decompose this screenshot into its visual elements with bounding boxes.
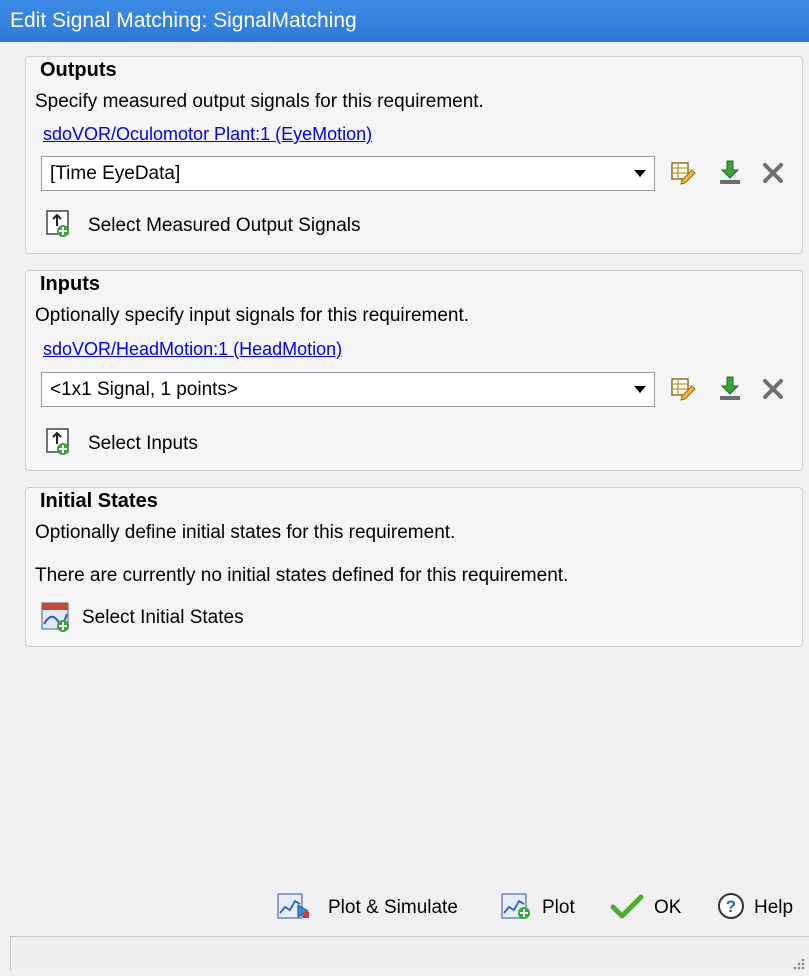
svg-text:?: ? bbox=[726, 897, 736, 916]
help-icon: ? bbox=[716, 891, 746, 927]
plot-simulate-icon bbox=[276, 891, 312, 927]
plot-icon bbox=[500, 891, 536, 927]
import-arrow-icon[interactable] bbox=[715, 158, 745, 188]
initial-states-heading: Initial States bbox=[40, 490, 158, 512]
chevron-down-icon[interactable] bbox=[634, 386, 646, 393]
select-signal-icon bbox=[46, 428, 72, 456]
ok-label: OK bbox=[654, 897, 682, 918]
select-states-icon bbox=[41, 602, 71, 632]
chevron-down-icon[interactable] bbox=[634, 170, 646, 177]
delete-x-icon[interactable] bbox=[758, 158, 788, 188]
help-label: Help bbox=[754, 897, 794, 918]
inputs-heading: Inputs bbox=[40, 273, 100, 295]
inputs-signal-link[interactable]: sdoVOR/HeadMotion:1 (HeadMotion) bbox=[43, 339, 342, 360]
plot-simulate-label: Plot & Simulate bbox=[328, 897, 458, 918]
plot-simulate-button[interactable]: Plot & Simulate bbox=[276, 891, 474, 925]
import-arrow-icon[interactable] bbox=[715, 374, 745, 404]
initial-states-panel: Initial States Optionally define initial… bbox=[25, 487, 803, 647]
window-title-bar[interactable]: Edit Signal Matching: SignalMatching bbox=[0, 0, 809, 42]
outputs-heading: Outputs bbox=[40, 59, 117, 81]
outputs-signal-link[interactable]: sdoVOR/Oculomotor Plant:1 (EyeMotion) bbox=[43, 124, 372, 145]
select-inputs-label: Select Inputs bbox=[88, 433, 198, 454]
outputs-signal-combo[interactable]: [Time EyeData] bbox=[41, 156, 655, 191]
plot-button[interactable]: Plot bbox=[500, 891, 582, 925]
inputs-signal-combo[interactable]: <1x1 Signal, 1 points> bbox=[41, 372, 655, 407]
table-edit-icon[interactable] bbox=[668, 374, 698, 404]
window-title: Edit Signal Matching: SignalMatching bbox=[10, 9, 357, 32]
checkmark-icon bbox=[610, 891, 646, 927]
inputs-panel: Inputs Optionally specify input signals … bbox=[25, 270, 803, 471]
outputs-panel: Outputs Specify measured output signals … bbox=[25, 56, 803, 254]
select-signal-icon bbox=[46, 210, 72, 238]
resize-grip-icon[interactable] bbox=[793, 954, 805, 970]
select-initial-states-label: Select Initial States bbox=[82, 607, 244, 628]
table-edit-icon[interactable] bbox=[668, 158, 698, 188]
initial-states-status: There are currently no initial states de… bbox=[35, 565, 569, 586]
inputs-description: Optionally specify input signals for thi… bbox=[35, 305, 470, 326]
help-button[interactable]: ? Help bbox=[716, 891, 806, 925]
select-measured-output-signals-label: Select Measured Output Signals bbox=[88, 215, 361, 236]
outputs-description: Specify measured output signals for this… bbox=[35, 91, 484, 112]
ok-button[interactable]: OK bbox=[610, 891, 690, 925]
inputs-combo-value: <1x1 Signal, 1 points> bbox=[50, 379, 239, 400]
delete-x-icon[interactable] bbox=[758, 374, 788, 404]
outputs-combo-value: [Time EyeData] bbox=[50, 163, 181, 184]
plot-label: Plot bbox=[542, 897, 575, 918]
initial-states-description: Optionally define initial states for thi… bbox=[35, 522, 456, 543]
status-bar bbox=[10, 936, 809, 970]
